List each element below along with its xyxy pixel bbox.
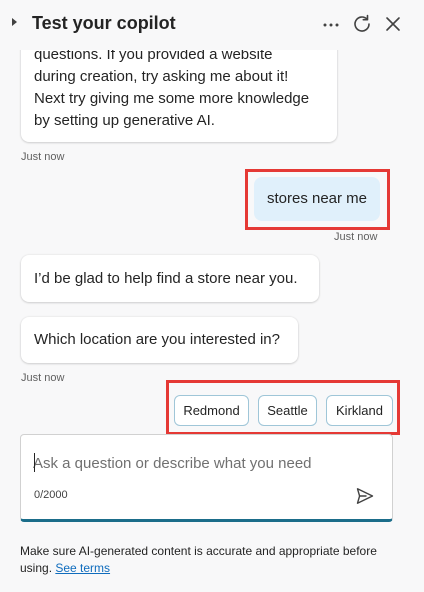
bot-message-text: I’d be glad to help find a store near yo… bbox=[34, 270, 298, 287]
chat-header: Test your copilot bbox=[0, 0, 424, 50]
panel-title: Test your copilot bbox=[32, 13, 176, 33]
see-terms-link[interactable]: See terms bbox=[55, 561, 110, 575]
collapse-caret-icon[interactable] bbox=[12, 18, 17, 26]
refresh-icon[interactable] bbox=[351, 13, 373, 35]
character-counter: 0/2000 bbox=[34, 489, 68, 501]
message-input[interactable] bbox=[33, 452, 363, 474]
message-timestamp: Just now bbox=[21, 151, 65, 163]
message-composer bbox=[20, 434, 393, 522]
suggestion-chip-kirkland[interactable]: Kirkland bbox=[326, 395, 393, 426]
user-message: stores near me bbox=[254, 177, 380, 221]
more-horizontal-icon[interactable] bbox=[322, 16, 340, 34]
bot-message: Which location are you interested in? bbox=[21, 317, 298, 363]
close-icon[interactable] bbox=[384, 15, 402, 33]
text-cursor bbox=[34, 453, 35, 472]
suggestion-chip-seattle[interactable]: Seattle bbox=[258, 395, 317, 426]
send-icon[interactable] bbox=[355, 486, 375, 506]
bot-message-text: questions. If you provided a website dur… bbox=[34, 46, 310, 129]
bot-message-text: Which location are you interested in? bbox=[34, 331, 280, 348]
message-timestamp: Just now bbox=[21, 372, 65, 384]
ai-disclaimer: Make sure AI-generated content is accura… bbox=[20, 543, 400, 577]
bot-message: I’d be glad to help find a store near yo… bbox=[21, 255, 319, 302]
message-timestamp: Just now bbox=[334, 231, 378, 243]
suggestion-chip-redmond[interactable]: Redmond bbox=[174, 395, 249, 426]
